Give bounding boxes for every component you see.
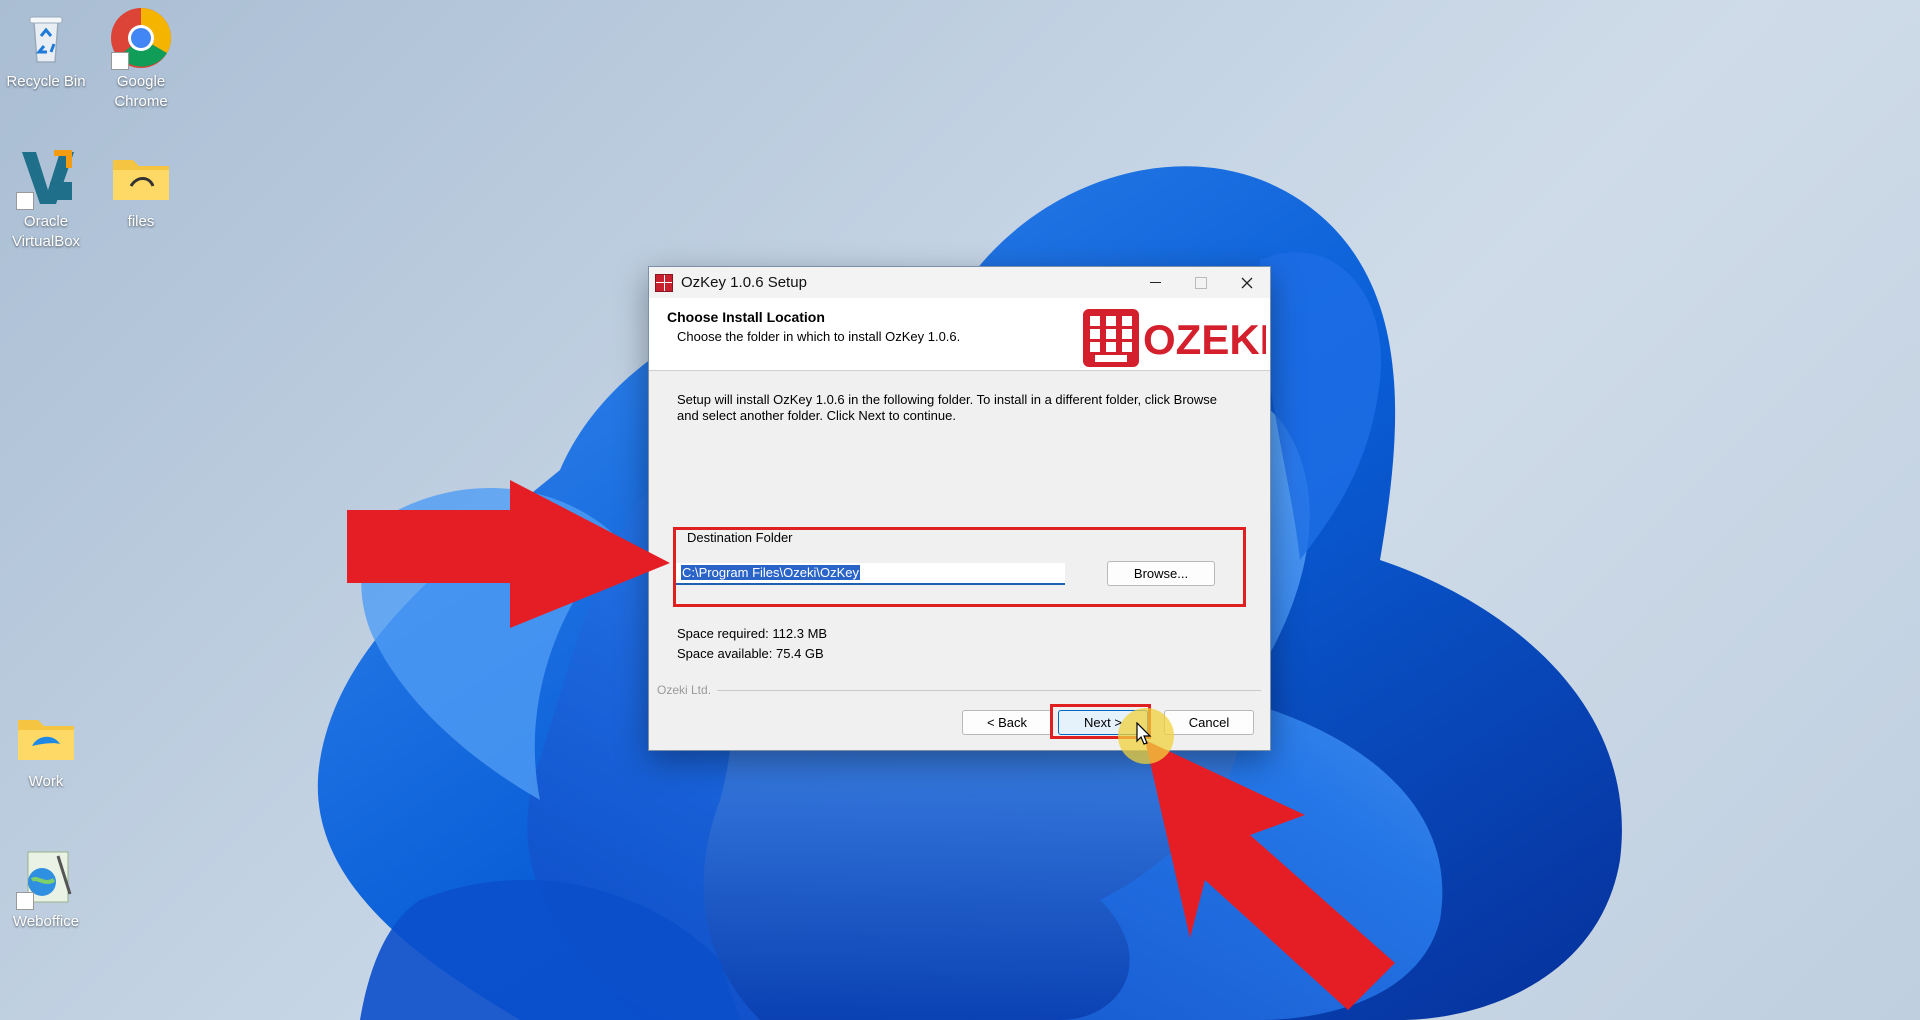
app-icon bbox=[655, 273, 673, 292]
shortcut-arrow-icon bbox=[16, 192, 34, 210]
ozeki-logo: OZEKI bbox=[1083, 309, 1266, 367]
desktop-icon-label: Recycle Bin bbox=[6, 73, 86, 90]
brand-label: Ozeki Ltd. bbox=[657, 683, 712, 697]
weboffice-icon bbox=[14, 846, 78, 910]
space-available: Space available: 75.4 GB bbox=[677, 646, 824, 661]
desktop-icon-recycle-bin[interactable]: Recycle Bin bbox=[0, 6, 92, 92]
desktop-icon-label: files bbox=[127, 213, 155, 230]
close-button[interactable] bbox=[1224, 267, 1270, 298]
desktop-icon-label: Google Chrome bbox=[114, 73, 168, 110]
shortcut-arrow-icon bbox=[16, 892, 34, 910]
destination-highlight-box bbox=[673, 527, 1246, 607]
minimize-icon bbox=[1149, 282, 1161, 283]
recycle-bin-icon bbox=[14, 6, 78, 70]
desktop-icon-files[interactable]: files bbox=[95, 146, 187, 232]
back-button[interactable]: < Back bbox=[962, 710, 1052, 735]
maximize-icon bbox=[1195, 276, 1207, 289]
maximize-button bbox=[1178, 267, 1224, 298]
page-title: Choose Install Location bbox=[667, 309, 825, 325]
title-bar[interactable]: OzKey 1.0.6 Setup bbox=[649, 267, 1270, 298]
chrome-icon bbox=[109, 6, 173, 70]
desktop-icon-work[interactable]: Work bbox=[0, 706, 92, 792]
space-required: Space required: 112.3 MB bbox=[677, 626, 828, 641]
virtualbox-icon bbox=[14, 146, 78, 210]
window-title: OzKey 1.0.6 Setup bbox=[681, 274, 807, 291]
close-icon bbox=[1241, 277, 1253, 288]
desktop-icon-label: Oracle VirtualBox bbox=[11, 213, 81, 250]
brand-separator: Ozeki Ltd. bbox=[657, 683, 1261, 697]
desktop-icon-chrome[interactable]: Google Chrome bbox=[95, 6, 187, 112]
folder-icon bbox=[109, 146, 173, 210]
intro-text: Setup will install OzKey 1.0.6 in the fo… bbox=[677, 392, 1218, 423]
page-subtitle: Choose the folder in which to install Oz… bbox=[677, 329, 961, 344]
desktop-icon-weboffice[interactable]: Weboffice bbox=[0, 846, 92, 932]
ozeki-logo-text: OZEKI bbox=[1143, 316, 1266, 363]
dialog-header: Choose Install Location Choose the folde… bbox=[649, 298, 1270, 371]
separator-line bbox=[717, 689, 1261, 691]
setup-dialog: OzKey 1.0.6 Setup Choose Install Locatio… bbox=[648, 266, 1271, 751]
cursor-icon bbox=[1136, 722, 1152, 745]
cancel-button[interactable]: Cancel bbox=[1164, 710, 1254, 735]
desktop-icon-virtualbox[interactable]: Oracle VirtualBox bbox=[0, 146, 92, 252]
folder-icon bbox=[14, 706, 78, 770]
desktop-icon-label: Weboffice bbox=[12, 913, 80, 930]
minimize-button[interactable] bbox=[1132, 267, 1178, 298]
desktop-icon-label: Work bbox=[28, 773, 64, 790]
shortcut-arrow-icon bbox=[111, 52, 129, 70]
